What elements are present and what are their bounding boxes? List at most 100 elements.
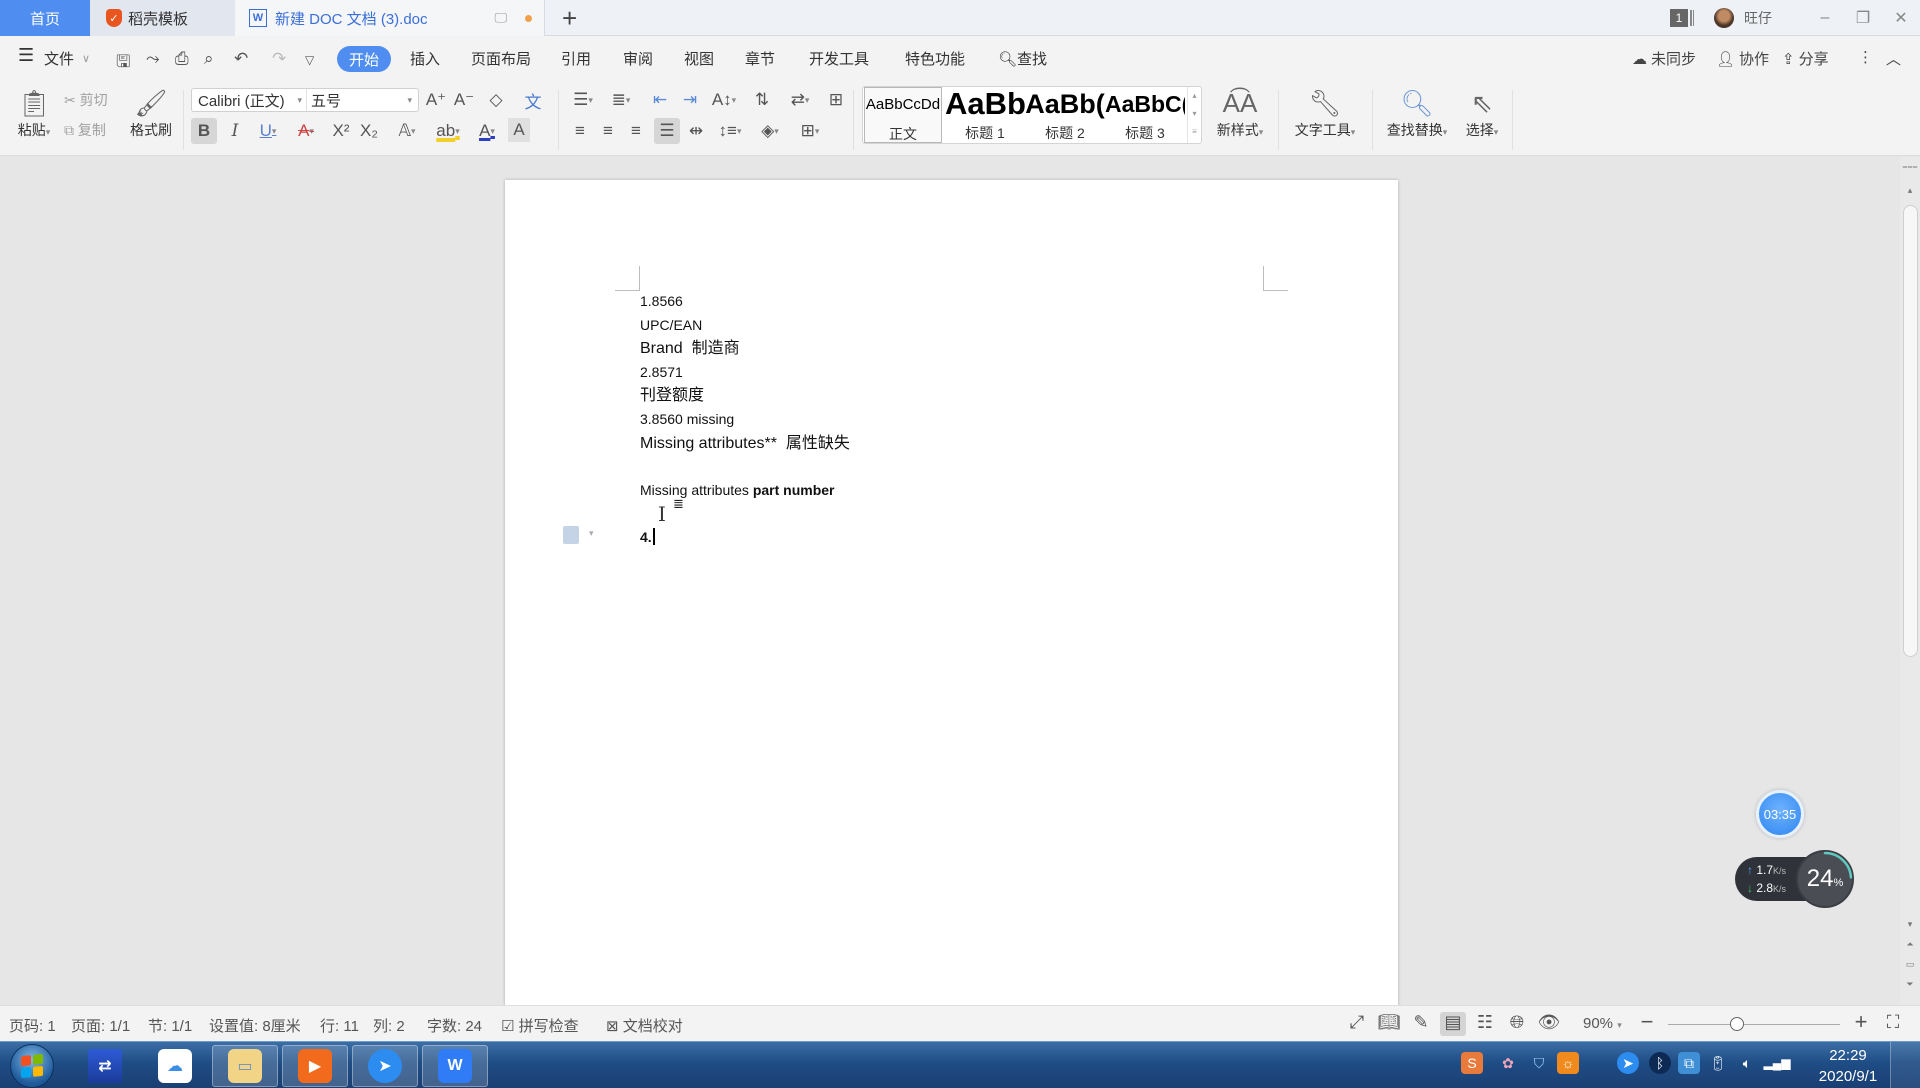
page-view-icon[interactable]: ▤	[1440, 1012, 1466, 1036]
chevron-down-icon[interactable]: ∨	[82, 52, 90, 65]
copy-button[interactable]: ⧉ 复制	[64, 120, 106, 140]
select-browse-icon[interactable]: ▭	[1900, 959, 1920, 970]
tab-review[interactable]: 审阅	[623, 48, 653, 69]
zoom-slider[interactable]	[1668, 1024, 1840, 1025]
select-button[interactable]: ⇖ 选择▾	[1460, 86, 1504, 140]
style-gallery-scroll[interactable]: ▴ ▾ ≡	[1187, 87, 1201, 143]
dingtalk-tray-icon[interactable]: ➤	[1617, 1052, 1639, 1074]
app-tray-icon[interactable]: ☼	[1557, 1052, 1579, 1074]
italic-button[interactable]: I	[222, 118, 248, 144]
zoom-level-select[interactable]: 90% ▾	[1583, 1015, 1622, 1032]
tab-special-features[interactable]: 特色功能	[905, 48, 965, 69]
redo-icon[interactable]: ↷	[272, 49, 286, 69]
collaborate-button[interactable]: 👤︎ 协作	[1716, 48, 1769, 69]
zoom-in-button[interactable]: +	[1848, 1009, 1874, 1034]
status-row[interactable]: 行: 11	[320, 1015, 359, 1036]
taskbar-clock[interactable]: 22:29 2020/9/1	[1798, 1045, 1898, 1087]
signal-icon[interactable]: ▂▄▆	[1764, 1052, 1791, 1074]
text-tools-button[interactable]: 🔧︎ 文字工具▾	[1288, 86, 1362, 140]
format-paint-icon[interactable]: ⤳	[146, 49, 160, 69]
text-direction-icon[interactable]: A↕ ▾	[708, 88, 740, 112]
start-button[interactable]	[10, 1044, 54, 1088]
collapse-ribbon-icon[interactable]: ︿	[1886, 48, 1901, 69]
sort-icon[interactable]: ⇅	[750, 88, 774, 112]
tab-page-layout[interactable]: 页面布局	[471, 48, 531, 69]
shading-icon[interactable]: ◈ ▾	[754, 118, 786, 144]
taskbar-remote-desktop[interactable]: ⇄	[72, 1045, 138, 1087]
text-effect-button[interactable]: 𝔸 ▾	[390, 118, 424, 144]
reading-mode-icon[interactable]: 📖︎	[1376, 1012, 1402, 1036]
tab-document[interactable]: W 新建 DOC 文档 (3).doc 🖵	[235, 0, 545, 36]
zoom-out-button[interactable]: −	[1634, 1009, 1660, 1034]
tab-view[interactable]: 视图	[684, 48, 714, 69]
minimize-button[interactable]: –	[1806, 9, 1844, 27]
zoom-slider-handle[interactable]	[1729, 1017, 1744, 1031]
find-replace-button[interactable]: 🔍︎ 查找替换▾	[1380, 86, 1454, 140]
vertical-scrollbar[interactable]: ⩶ ▴ ▾ ⏶ ▭ ⏷	[1900, 157, 1920, 1005]
print-icon[interactable]: ⎙	[175, 49, 189, 69]
font-color-button[interactable]: A ▾	[470, 118, 504, 144]
security-shield-icon[interactable]: ⛉	[1528, 1052, 1550, 1074]
highlight-button[interactable]: ab ▾	[430, 118, 466, 144]
scroll-up-icon[interactable]: ▴	[1900, 185, 1920, 196]
status-column[interactable]: 列: 2	[373, 1015, 405, 1036]
search-button[interactable]: 🔍︎查找	[998, 48, 1047, 69]
sync-button[interactable]: ☁ 未同步	[1632, 48, 1696, 69]
justify-icon[interactable]: ☰	[654, 118, 680, 144]
bold-button[interactable]: B	[191, 118, 217, 144]
font-size-select[interactable]: 五号 ▾	[307, 90, 418, 111]
bluetooth-icon[interactable]: ᛒ	[1649, 1052, 1671, 1074]
tab-insert[interactable]: 插入	[410, 48, 440, 69]
chevron-down-icon[interactable]: ▾	[589, 528, 594, 539]
tab-references[interactable]: 引用	[561, 48, 591, 69]
tab-chapter[interactable]: 章节	[745, 48, 775, 69]
taskbar-baidu-netdisk[interactable]: ☁	[142, 1045, 208, 1087]
scrollbar-thumb[interactable]	[1903, 205, 1918, 657]
line-spacing-icon[interactable]: ↕≡ ▾	[714, 118, 746, 144]
show-desktop-button[interactable]	[1890, 1042, 1920, 1088]
tab-home[interactable]: 首页	[0, 0, 90, 36]
paragraph-format-icon[interactable]: ≣	[673, 496, 684, 512]
doc-proof-button[interactable]: ⊠ 文档校对	[606, 1015, 683, 1036]
document-icon[interactable]	[563, 526, 579, 544]
taskbar-media-player[interactable]: ▶	[282, 1045, 348, 1087]
underline-button[interactable]: U ▾	[252, 118, 284, 144]
align-left-icon[interactable]: ≡	[568, 118, 592, 144]
sogou-ime-icon[interactable]: S	[1461, 1052, 1483, 1074]
taskbar-wps[interactable]: W	[422, 1045, 488, 1087]
monitor-icon[interactable]: 🖵	[494, 10, 507, 26]
new-tab-button[interactable]: +	[562, 3, 577, 33]
split-handle-icon[interactable]: ⩶	[1900, 161, 1920, 172]
battery-icon[interactable]: 🔋︎	[1707, 1052, 1729, 1074]
print-preview-icon[interactable]: ⌕	[204, 49, 214, 69]
style-heading-1[interactable]: AaBb 标题 1	[945, 87, 1025, 143]
file-menu[interactable]: 文件	[44, 48, 74, 69]
hamburger-icon[interactable]: ☰	[18, 45, 34, 66]
next-page-icon[interactable]: ⏷	[1900, 979, 1920, 990]
subscript-button[interactable]: X₂	[356, 118, 382, 144]
customize-toolbar-icon[interactable]: ▽	[305, 53, 314, 67]
status-pages[interactable]: 页面: 1/1	[71, 1015, 130, 1036]
bullet-list-icon[interactable]: ☰ ▾	[568, 88, 598, 112]
share-button[interactable]: ⇪ 分享	[1782, 48, 1829, 69]
taskbar-file-explorer[interactable]: ▭	[212, 1045, 278, 1087]
eye-protection-icon[interactable]: 👁︎	[1536, 1012, 1562, 1036]
network-adapter-icon[interactable]: ⧉	[1678, 1052, 1700, 1074]
font-name-select[interactable]: Calibri (正文) ▾	[192, 89, 307, 111]
decrease-indent-icon[interactable]: ⇤	[648, 88, 672, 112]
tab-template[interactable]: ✓ 稻壳模板	[90, 0, 235, 36]
close-button[interactable]: ✕	[1882, 8, 1920, 28]
align-center-icon[interactable]: ≡	[596, 118, 620, 144]
grow-font-icon[interactable]: A⁺	[424, 88, 448, 112]
char-shading-button[interactable]: A	[508, 118, 530, 142]
strikethrough-button[interactable]: A ▾	[290, 118, 322, 144]
phonetic-guide-icon[interactable]: 文	[518, 88, 548, 112]
style-heading-2[interactable]: AaBb( 标题 2	[1025, 87, 1105, 143]
spell-check-button[interactable]: ☑ 拼写检查	[501, 1015, 579, 1036]
shrink-font-icon[interactable]: A⁻	[452, 88, 476, 112]
superscript-button[interactable]: X²	[328, 118, 354, 144]
undo-icon[interactable]: ↶	[234, 49, 248, 69]
edit-mode-icon[interactable]: ✎	[1408, 1012, 1434, 1036]
style-normal[interactable]: AaBbCcDd 正文	[864, 87, 942, 143]
web-view-icon[interactable]: 🌐︎	[1504, 1012, 1530, 1036]
